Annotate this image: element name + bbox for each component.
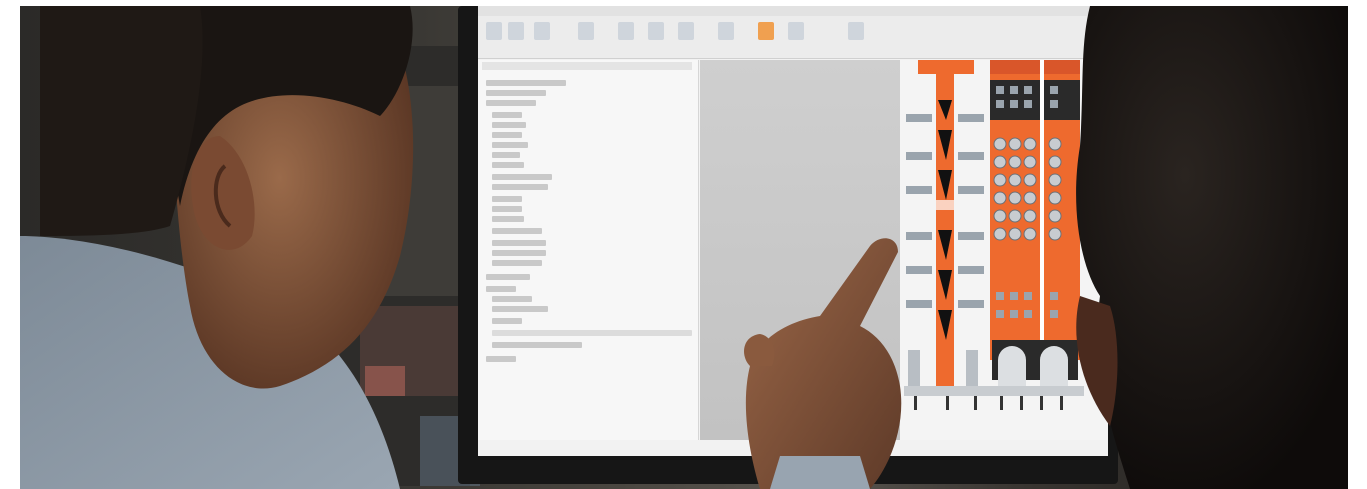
tree-header (482, 62, 692, 70)
tree-item (492, 330, 692, 336)
tree-item (492, 112, 522, 118)
tree-item (492, 142, 528, 148)
app-ribbon (478, 6, 1108, 59)
tree-item (492, 228, 542, 234)
ribbon-button (788, 22, 804, 40)
ribbon-button (758, 22, 774, 40)
pointing-hand (744, 238, 902, 489)
ribbon-button (508, 22, 524, 40)
tree-item (486, 80, 566, 86)
tree-item (492, 306, 548, 312)
tree-item (492, 196, 522, 202)
ribbon-button (848, 22, 864, 40)
tree-item (492, 296, 532, 302)
tree-item (492, 250, 546, 256)
tree-item (492, 260, 542, 266)
tree-item (492, 122, 526, 128)
tree-item (492, 318, 522, 324)
tree-item (486, 90, 546, 96)
tree-item (492, 152, 520, 158)
tree-item (492, 132, 522, 138)
tree-item (486, 356, 516, 362)
tree-item (492, 342, 582, 348)
tree-item (492, 206, 522, 212)
tree-item (492, 216, 524, 222)
ribbon-button (678, 22, 694, 40)
tree-item (486, 286, 516, 292)
tree-item (492, 240, 546, 246)
ribbon-button (648, 22, 664, 40)
ribbon-button (534, 22, 550, 40)
person-left (20, 6, 414, 489)
tree-item (492, 184, 548, 190)
ribbon-tabs (478, 6, 1108, 16)
tree-item (492, 174, 552, 180)
model-tree-panel (478, 60, 699, 440)
ribbon-button (718, 22, 734, 40)
person-right (1076, 6, 1348, 489)
tree-item (486, 100, 536, 106)
tree-item (486, 274, 530, 280)
tree-item (492, 162, 524, 168)
ribbon-button (578, 22, 594, 40)
photo-scene (0, 0, 1367, 489)
ribbon-button (618, 22, 634, 40)
photograph (20, 6, 1348, 489)
